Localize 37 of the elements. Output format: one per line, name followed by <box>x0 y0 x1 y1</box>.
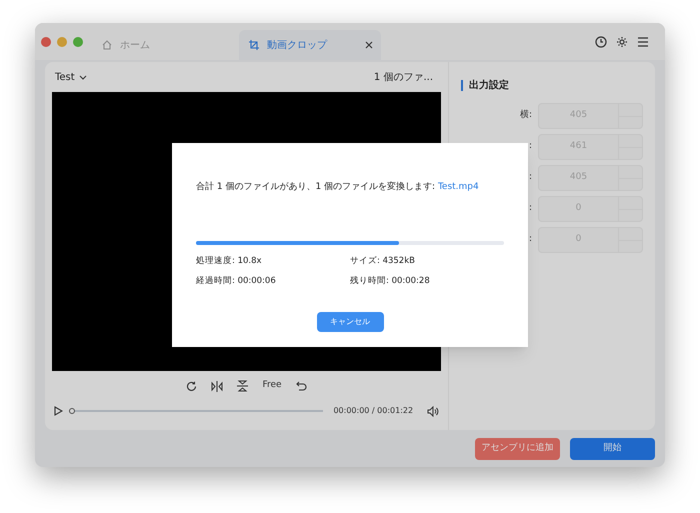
dialog-message: 合計 1 個のファイルがあり、1 個のファイルを変換します: Test.mp4 <box>196 181 480 194</box>
add-button[interactable]: アセンブリに追加 <box>475 438 560 460</box>
crop-icon <box>249 40 259 50</box>
file-count-label: 1 個のファ... <box>374 70 433 84</box>
chevron-down-icon <box>78 74 87 80</box>
settings-icon[interactable] <box>616 36 628 48</box>
clock-icon[interactable] <box>595 36 607 48</box>
volume-icon[interactable] <box>427 406 439 416</box>
field-label: : <box>528 140 532 154</box>
close-window-icon[interactable] <box>41 36 51 46</box>
stat-text: 経過時間: 00:00:06 <box>196 275 277 288</box>
undo-icon[interactable] <box>296 381 307 391</box>
stat-text: サイズ: 4352kB <box>350 254 416 268</box>
aspect-free-button[interactable]: Free <box>262 379 282 393</box>
home-icon <box>102 40 112 50</box>
field-label: : <box>528 233 532 246</box>
flip-horizontal-icon[interactable] <box>211 380 224 392</box>
field-label: 横: <box>520 109 532 122</box>
seek-thumb[interactable] <box>68 408 75 414</box>
time-readout: 00:00:00 / 00:01:22 <box>333 405 414 417</box>
menu-icon[interactable] <box>637 36 649 46</box>
stat-text: 残り時間: 00:00:28 <box>350 275 431 288</box>
play-icon[interactable] <box>54 406 63 416</box>
stat-text: 処理速度: 10.8x <box>196 254 263 268</box>
seek-track[interactable] <box>68 407 324 415</box>
cancel-button[interactable]: キャンセル <box>316 312 384 332</box>
preset-dropdown[interactable]: Test <box>55 70 87 84</box>
field-label: : <box>528 202 532 216</box>
close-icon[interactable] <box>365 41 373 49</box>
flip-vertical-icon[interactable] <box>237 380 248 392</box>
tab[interactable]: ホーム <box>92 30 234 60</box>
section-title: 出力設定 <box>469 78 509 93</box>
field-label: : <box>528 171 532 184</box>
rotate-icon[interactable] <box>186 380 198 392</box>
start-button[interactable]: 開始 <box>570 438 655 460</box>
tab[interactable]: 動画クロップ <box>239 30 381 60</box>
file-link[interactable]: Test.mp4 <box>438 182 479 192</box>
